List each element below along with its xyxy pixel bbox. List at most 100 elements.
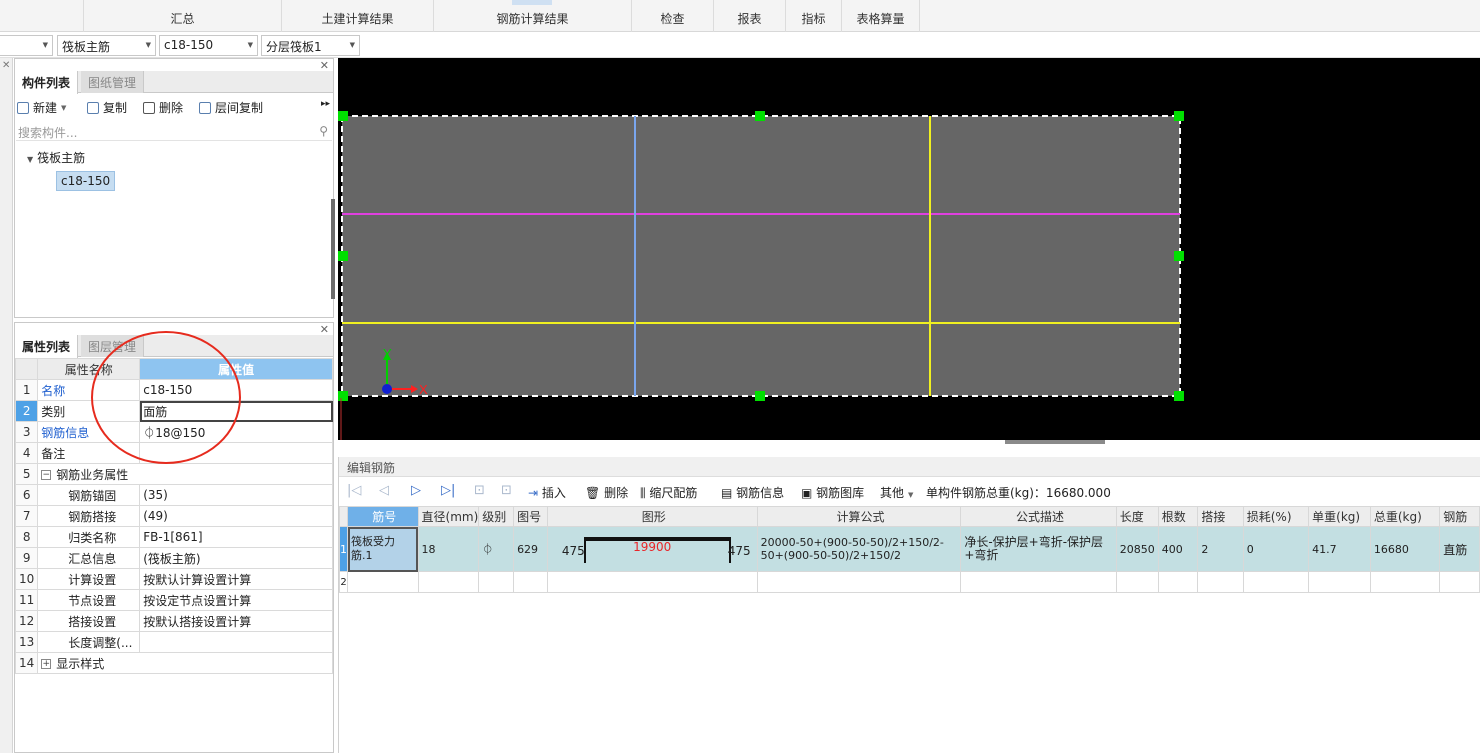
tree-node-selected[interactable]: c18-150: [56, 171, 116, 191]
property-row[interactable]: 12 搭接设置 按默认搭接设置计算: [14, 610, 333, 632]
empty-cell[interactable]: [1115, 571, 1159, 593]
property-value[interactable]: [139, 442, 333, 464]
next-record-icon[interactable]: ▷: [411, 483, 421, 498]
property-row[interactable]: 8 归类名称 FB-1[861]: [14, 526, 333, 548]
rebar-info-button[interactable]: ▤ 钢筋信息: [721, 484, 784, 501]
rebar-row[interactable]: 1 筏板受力筋.1 18 ⏀ 629 475 19900 475 20000-5…: [339, 526, 1480, 572]
col-loss[interactable]: 损耗(%): [1242, 506, 1310, 527]
col-bar-no[interactable]: 筋号: [347, 506, 419, 527]
property-group-row[interactable]: 5− 钢筋业务属性: [14, 463, 333, 485]
empty-cell[interactable]: [478, 571, 515, 593]
col-unit-weight[interactable]: 单重(kg): [1308, 506, 1371, 527]
component-search-input[interactable]: 搜索构件... ⚲: [16, 121, 332, 141]
ribbon-tab-rebar-result[interactable]: 钢筋计算结果: [434, 0, 632, 32]
floor-copy-button[interactable]: 层间复制: [199, 99, 263, 116]
grip-handle[interactable]: [1174, 391, 1184, 401]
property-row[interactable]: 7 钢筋搭接 (49): [14, 505, 333, 527]
col-total-weight[interactable]: 总重(kg): [1369, 506, 1441, 527]
property-row[interactable]: 3 钢筋信息 ⏀18@150: [14, 421, 333, 443]
diameter-cell[interactable]: 18: [417, 526, 480, 572]
delete-row-button[interactable]: 🗑 删除: [585, 484, 628, 501]
col-formula[interactable]: 计算公式: [756, 506, 962, 527]
grade-cell[interactable]: ⏀: [478, 526, 515, 572]
empty-cell[interactable]: [546, 571, 758, 593]
col-grade[interactable]: 级别: [478, 506, 515, 527]
lap-cell[interactable]: 2: [1197, 526, 1244, 572]
col-diameter[interactable]: 直径(mm): [417, 506, 480, 527]
new-button[interactable]: 新建 ▼: [17, 99, 66, 116]
empty-cell[interactable]: [513, 571, 548, 593]
ribbon-tab-blank[interactable]: [0, 0, 84, 32]
tab-drawing-management[interactable]: 图纸管理: [81, 71, 145, 93]
property-value[interactable]: (筏板主筋): [139, 547, 333, 569]
raft-slab[interactable]: [341, 115, 1181, 397]
shape-cell[interactable]: 475 19900 475: [546, 526, 758, 572]
loss-cell[interactable]: 0: [1242, 526, 1310, 572]
grip-handle[interactable]: [755, 391, 765, 401]
shape-no-cell[interactable]: 629: [513, 526, 548, 572]
grip-handle[interactable]: [1174, 251, 1184, 261]
search-icon[interactable]: ⚲: [319, 124, 328, 138]
panel-splitter[interactable]: [331, 199, 335, 299]
col-count[interactable]: 根数: [1157, 506, 1199, 527]
empty-cell[interactable]: [1157, 571, 1199, 593]
move-up-icon[interactable]: ⊡: [474, 483, 485, 498]
last-record-icon[interactable]: ▷|: [441, 483, 455, 498]
ribbon-tab-table-quantity[interactable]: 表格算量: [842, 0, 920, 32]
insert-button[interactable]: ⇥ 插入: [528, 484, 566, 501]
copy-button[interactable]: 复制: [87, 99, 127, 116]
ribbon-tab-check[interactable]: 检查: [632, 0, 714, 32]
rebar-type-cell[interactable]: 直筋: [1439, 526, 1480, 572]
total-weight-cell[interactable]: 16680: [1369, 526, 1441, 572]
empty-cell[interactable]: [347, 571, 419, 593]
property-row[interactable]: 4 备注: [14, 442, 333, 464]
property-value[interactable]: (35): [139, 484, 333, 506]
empty-cell[interactable]: [960, 571, 1117, 593]
property-value[interactable]: (49): [139, 505, 333, 527]
col-length[interactable]: 长度: [1115, 506, 1159, 527]
grip-handle[interactable]: [1174, 111, 1184, 121]
property-group-row[interactable]: 14 + 显示样式: [14, 652, 333, 674]
grip-handle[interactable]: [755, 111, 765, 121]
count-cell[interactable]: 400: [1157, 526, 1199, 572]
col-shape[interactable]: 图形: [546, 506, 758, 527]
layer-select[interactable]: 分层筏板1 ▼: [261, 35, 360, 56]
collapse-icon[interactable]: −: [41, 470, 52, 480]
tab-property-list[interactable]: 属性列表: [15, 335, 79, 358]
property-value[interactable]: ⏀18@150: [139, 421, 333, 443]
tab-component-list[interactable]: 构件列表: [15, 71, 79, 94]
bar-no-cell[interactable]: 筏板受力筋.1: [347, 526, 419, 572]
expand-icon[interactable]: +: [41, 659, 52, 669]
property-row[interactable]: 13 长度调整(...: [14, 631, 333, 653]
property-row[interactable]: 11 节点设置 按设定节点设置计算: [14, 589, 333, 611]
col-lap[interactable]: 搭接: [1197, 506, 1244, 527]
formula-cell[interactable]: 20000-50+(900-50-50)/2+150/2-50+(900-50-…: [756, 526, 962, 572]
category-select[interactable]: 筏板主筋 ▼: [57, 35, 156, 56]
expand-triangle-icon[interactable]: ▼: [27, 155, 33, 164]
tab-layer-management[interactable]: 图层管理: [81, 335, 145, 357]
splitter-handle[interactable]: [1005, 440, 1105, 444]
grip-handle[interactable]: [338, 391, 348, 401]
empty-cell[interactable]: [417, 571, 480, 593]
empty-cell[interactable]: [1308, 571, 1371, 593]
property-value[interactable]: 按默认计算设置计算: [139, 568, 333, 590]
grip-handle[interactable]: [338, 111, 348, 121]
ribbon-tab-summary[interactable]: 汇总: [84, 0, 282, 32]
tree-node-root[interactable]: ▼ 筏板主筋: [27, 149, 85, 166]
property-value[interactable]: [139, 631, 333, 653]
drawing-canvas[interactable]: Y X: [338, 58, 1480, 440]
property-row[interactable]: 2 类别 面筋: [14, 400, 333, 422]
grip-handle[interactable]: [338, 251, 348, 261]
col-rebar-type[interactable]: 钢筋: [1439, 506, 1480, 527]
property-row[interactable]: 1 名称 c18-150: [14, 379, 333, 401]
more-icon[interactable]: ▸▸: [321, 99, 330, 109]
ribbon-tab-report[interactable]: 报表: [714, 0, 786, 32]
first-record-icon[interactable]: |◁: [347, 483, 361, 498]
prev-record-icon[interactable]: ◁: [379, 483, 389, 498]
property-row[interactable]: 10 计算设置 按默认计算设置计算: [14, 568, 333, 590]
other-menu-button[interactable]: 其他 ▼: [880, 484, 913, 501]
ribbon-tab-civil-result[interactable]: 土建计算结果: [282, 0, 434, 32]
component-select[interactable]: c18-150 ▼: [159, 35, 258, 56]
col-formula-desc[interactable]: 公式描述: [960, 506, 1117, 527]
col-shape-no[interactable]: 图号: [513, 506, 548, 527]
